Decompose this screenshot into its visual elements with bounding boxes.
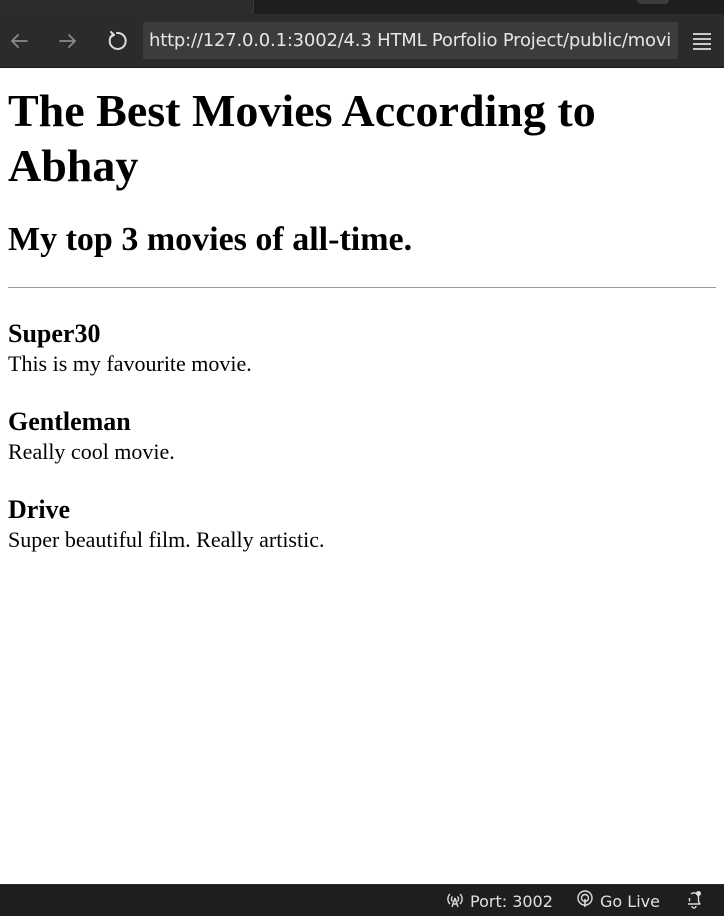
movie-description: Super beautiful film. Really artistic.: [8, 527, 325, 552]
active-tab[interactable]: [0, 0, 254, 14]
page-subtitle: My top 3 movies of all-time.: [8, 221, 413, 258]
reload-button[interactable]: [102, 26, 132, 56]
back-button[interactable]: [4, 26, 34, 56]
go-live-button[interactable]: Go Live: [576, 885, 660, 917]
arrow-right-icon: [57, 30, 79, 52]
tab-strip-button[interactable]: [637, 0, 669, 4]
reload-icon: [106, 30, 128, 52]
forward-button[interactable]: [53, 26, 83, 56]
movie-title: Super30: [8, 319, 101, 348]
status-bar: Port: 3002 Go Live: [0, 884, 724, 916]
bell-icon: [684, 889, 710, 913]
url-input[interactable]: http://127.0.0.1:3002/4.3 HTML Porfolio …: [143, 22, 678, 59]
browser-toolbar: http://127.0.0.1:3002/4.3 HTML Porfolio …: [0, 14, 724, 68]
menu-button[interactable]: [687, 26, 717, 56]
movie-description: Really cool movie.: [8, 439, 175, 464]
web-page: The Best Movies According to Abhay My to…: [0, 69, 724, 884]
port-label: Port: 3002: [470, 891, 553, 911]
go-live-label: Go Live: [600, 891, 660, 911]
arrow-left-icon: [8, 30, 30, 52]
page-title: The Best Movies According to Abhay: [8, 85, 596, 191]
notifications-button[interactable]: [684, 885, 710, 917]
port-status[interactable]: Port: 3002: [446, 885, 553, 917]
broadcast-icon: [446, 890, 470, 912]
divider: [8, 287, 716, 288]
movie-description: This is my favourite movie.: [8, 351, 252, 376]
movie-title: Drive: [8, 495, 71, 524]
live-signal-icon: [576, 890, 600, 912]
tab-strip: [0, 0, 724, 14]
movie-title: Gentleman: [8, 407, 131, 436]
hamburger-menu-icon: [692, 32, 712, 50]
